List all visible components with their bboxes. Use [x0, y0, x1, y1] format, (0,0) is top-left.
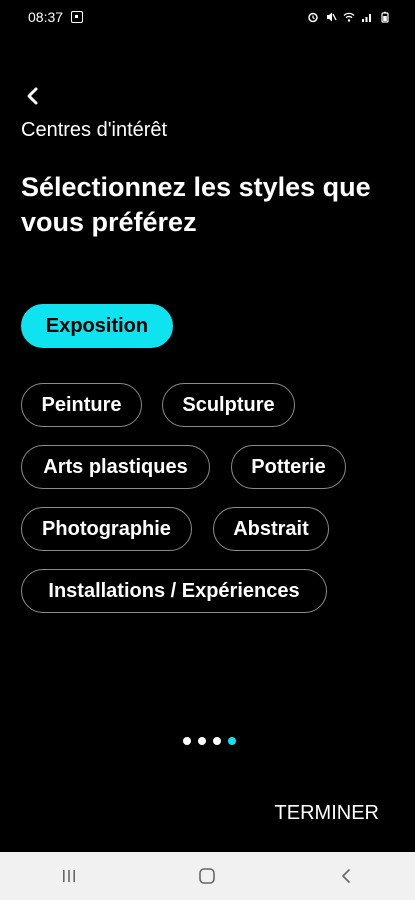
recent-apps-button[interactable] [49, 856, 89, 896]
chip-peinture[interactable]: Peinture [21, 383, 142, 427]
mute-icon [327, 12, 337, 22]
chip-abstrait[interactable]: Abstrait [213, 507, 329, 551]
back-icon [342, 869, 350, 883]
back-button[interactable] [20, 84, 44, 108]
chip-arts-plastiques[interactable]: Arts plastiques [21, 445, 210, 489]
home-icon [199, 868, 216, 884]
chip-potterie[interactable]: Potterie [231, 445, 346, 489]
chevron-left-icon [27, 87, 38, 105]
screen-subtitle: Centres d'intérêt [21, 119, 168, 141]
page-indicator [183, 737, 236, 745]
signal-icon [362, 14, 371, 22]
system-nav-bar [0, 852, 415, 900]
page-dot [198, 737, 206, 745]
system-back-button[interactable] [326, 856, 366, 896]
finish-button[interactable]: TERMINER [275, 802, 379, 825]
status-right [307, 11, 391, 23]
notification-icon [71, 11, 84, 23]
page-dot-active [228, 737, 236, 745]
page-title: Sélectionnez les styles que vous préfére… [21, 172, 371, 237]
status-time: 08:37 [28, 9, 64, 25]
alarm-icon [308, 12, 318, 23]
chip-sculpture[interactable]: Sculpture [162, 383, 295, 427]
wifi-icon [343, 12, 355, 22]
page-dot [213, 737, 221, 745]
status-left: 08:37 [28, 9, 84, 25]
status-bar: 08:37 [0, 0, 415, 34]
battery-icon [381, 11, 389, 23]
chip-photographie[interactable]: Photographie [21, 507, 192, 551]
chip-exposition[interactable]: Exposition [21, 304, 173, 348]
page-dot [183, 737, 191, 745]
recent-apps-icon [63, 870, 76, 882]
chip-installations-experiences[interactable]: Installations / Expériences [21, 569, 327, 613]
home-button[interactable] [187, 856, 227, 896]
